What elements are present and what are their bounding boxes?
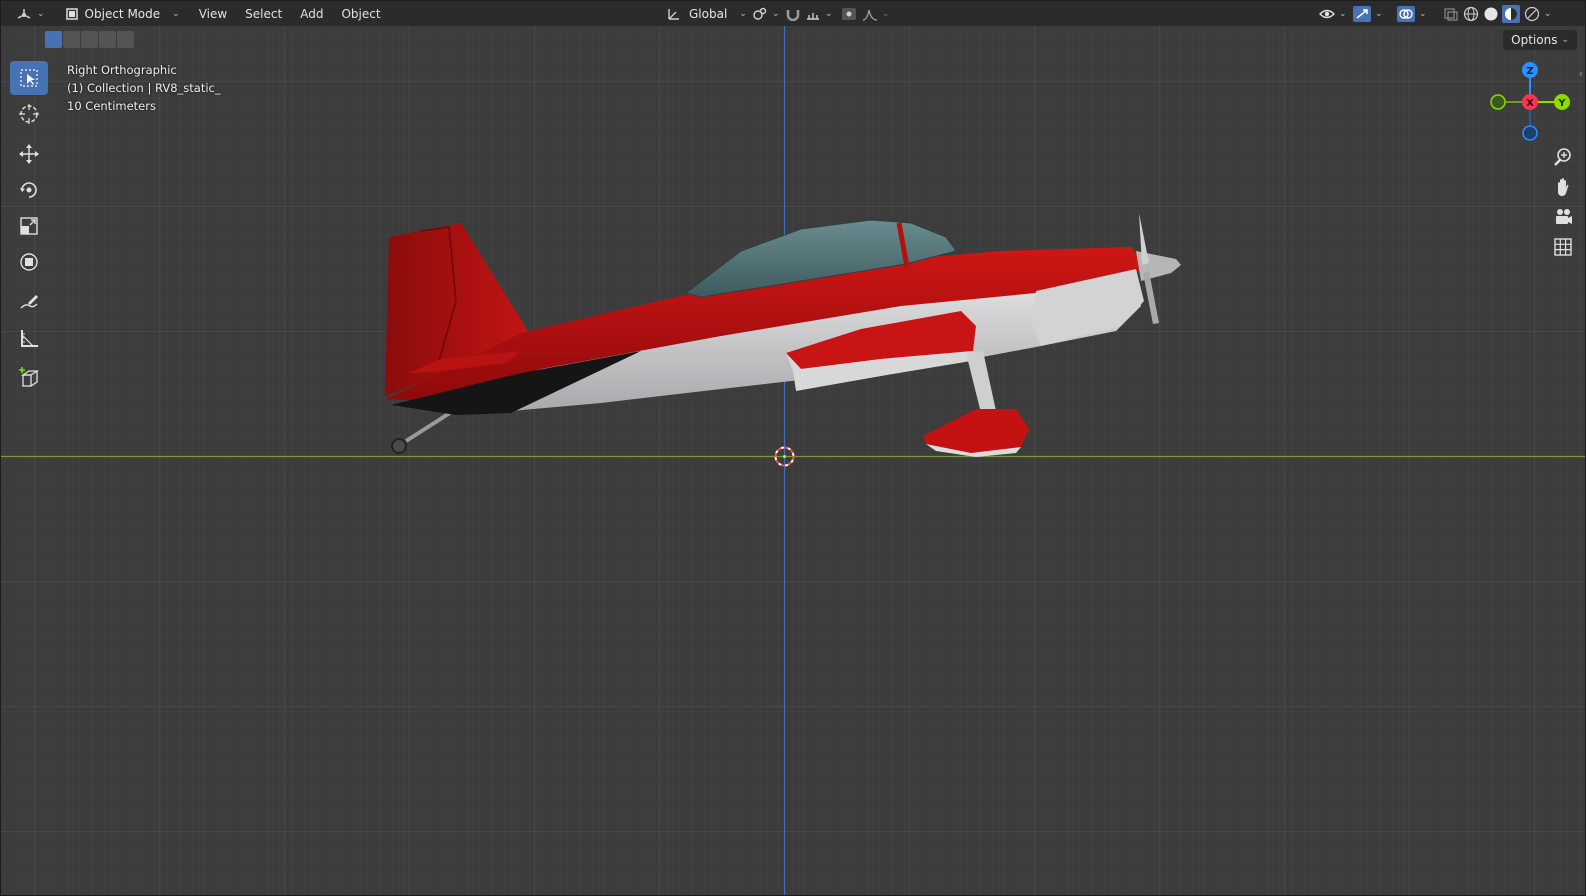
- overlays-toggle[interactable]: ⌄: [1391, 1, 1433, 26]
- select-invert-icon[interactable]: [99, 31, 116, 48]
- chevron-down-icon: ⌄: [825, 8, 833, 19]
- mode-label: Object Mode: [84, 6, 161, 21]
- options-label: Options: [1511, 33, 1558, 47]
- gizmo-x-label: X: [1526, 98, 1534, 109]
- tool-shelf: [10, 61, 48, 397]
- gizmo-z-label: Z: [1526, 66, 1533, 77]
- scale-icon: [20, 217, 38, 235]
- navigation-buttons: [1551, 145, 1575, 259]
- tool-cursor[interactable]: [10, 97, 48, 131]
- toggle-perspective-button[interactable]: [1551, 235, 1575, 259]
- menu-select[interactable]: Select: [236, 7, 291, 21]
- viewport-header: ⌄ Object Mode ⌄ View Select Add Object G…: [1, 1, 1585, 26]
- grid-floor: [1, 26, 1585, 895]
- gizmo-neg-z-icon[interactable]: [1522, 125, 1538, 141]
- shading-rendered[interactable]: ⌄: [1522, 1, 1554, 26]
- chevron-down-icon: ⌄: [1375, 8, 1383, 19]
- chevron-down-icon: ⌄: [882, 8, 890, 19]
- zoom-icon: [1554, 148, 1571, 166]
- tool-move[interactable]: [10, 137, 48, 171]
- gizmo-toggle[interactable]: ⌄: [1347, 1, 1389, 26]
- select-extend-icon[interactable]: [63, 31, 80, 48]
- shading-solid[interactable]: [1481, 1, 1501, 26]
- collection-object-info: (1) Collection | RV8_static_: [67, 81, 221, 95]
- select-new-icon[interactable]: [45, 31, 62, 48]
- rotate-icon: [20, 182, 37, 198]
- viewport-canvas[interactable]: [1, 1, 1586, 896]
- gizmo-icon: [1353, 5, 1371, 22]
- add-cube-icon: [19, 367, 40, 387]
- menu-view[interactable]: View: [190, 7, 236, 21]
- tool-rotate[interactable]: [10, 173, 48, 207]
- select-subtract-icon[interactable]: [81, 31, 98, 48]
- pan-button[interactable]: [1551, 175, 1575, 199]
- navigation-gizmo[interactable]: Z Y X: [1485, 59, 1575, 149]
- menu-object[interactable]: Object: [332, 7, 389, 21]
- move-icon: [19, 144, 39, 164]
- shading-wireframe[interactable]: [1461, 1, 1481, 26]
- wireframe-shading-icon: [1463, 6, 1479, 21]
- falloff-button[interactable]: ⌄: [856, 1, 896, 26]
- select-intersect-icon[interactable]: [117, 31, 134, 48]
- viewport-info-overlay: Right Orthographic (1) Collection | RV8_…: [67, 61, 221, 115]
- orientation-icon: [668, 8, 679, 20]
- eye-icon: [1319, 9, 1335, 18]
- chevron-down-icon: ⌄: [1544, 8, 1552, 19]
- tool-transform[interactable]: [10, 245, 48, 279]
- gizmo-y-label: Y: [1557, 98, 1566, 109]
- transform-icon: [20, 253, 38, 271]
- chevron-down-icon: ⌄: [1339, 8, 1347, 19]
- shading-material-preview[interactable]: [1500, 1, 1522, 26]
- grid-icon: [1554, 238, 1572, 256]
- material-preview-shading-icon: [1502, 4, 1520, 23]
- tool-measure[interactable]: [10, 321, 48, 355]
- tool-select-box[interactable]: [10, 61, 48, 95]
- solid-shading-icon: [1484, 7, 1498, 20]
- pivot-icon: [753, 7, 767, 20]
- measure-icon: [21, 330, 38, 347]
- camera-view-button[interactable]: [1551, 205, 1575, 229]
- editor-type-button[interactable]: ⌄: [9, 1, 51, 26]
- mode-selector[interactable]: Object Mode ⌄: [59, 4, 186, 24]
- gizmo-neg-y-icon[interactable]: [1490, 94, 1506, 110]
- snap-target-button[interactable]: ⌄: [799, 1, 839, 26]
- tool-scale[interactable]: [10, 209, 48, 243]
- chevron-down-icon: ⌄: [172, 8, 180, 19]
- transform-orientation-selector[interactable]: Global ⌄: [661, 1, 753, 26]
- grid-scale: 10 Centimeters: [67, 99, 156, 113]
- view-name: Right Orthographic: [67, 63, 177, 77]
- menu-add[interactable]: Add: [291, 7, 332, 21]
- camera-icon: [1556, 209, 1572, 224]
- xray-icon: [1444, 7, 1458, 21]
- chevron-down-icon: ⌄: [1419, 8, 1427, 19]
- chevron-down-icon: ⌄: [1561, 35, 1569, 45]
- 3d-viewport-icon: [17, 8, 31, 19]
- annotate-icon: [20, 295, 38, 309]
- proportional-edit-icon: [842, 7, 856, 20]
- rendered-shading-icon: [1524, 6, 1540, 21]
- tool-add-cube[interactable]: [10, 361, 48, 395]
- cursor-icon: [19, 104, 39, 124]
- snap-increment-icon: [807, 12, 819, 20]
- orientation-label: Global: [689, 6, 728, 21]
- overlays-icon: [1397, 5, 1415, 22]
- selection-mode-toggles: [45, 31, 134, 48]
- options-dropdown[interactable]: Options ⌄: [1503, 30, 1577, 50]
- falloff-curve-icon: [862, 9, 878, 21]
- blender-window: ⌄ Object Mode ⌄ View Select Add Object G…: [0, 0, 1586, 896]
- sidebar-toggle-arrow[interactable]: ‹: [1579, 67, 1583, 80]
- hand-icon: [1558, 178, 1569, 196]
- chevron-down-icon: ⌄: [37, 8, 45, 19]
- tool-annotate[interactable]: [10, 285, 48, 319]
- select-box-icon: [20, 69, 38, 87]
- object-mode-icon: [65, 7, 78, 20]
- zoom-button[interactable]: [1551, 145, 1575, 169]
